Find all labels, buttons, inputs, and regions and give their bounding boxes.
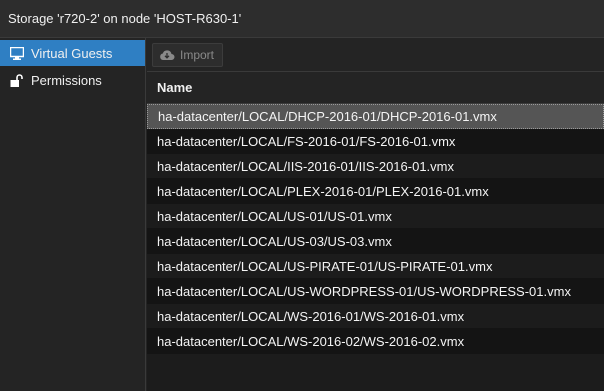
window-title: Storage 'r720-2' on node 'HOST-R630-1' [0,0,604,38]
import-label: Import [180,47,215,62]
table-row[interactable]: ha-datacenter/LOCAL/WS-2016-01/WS-2016-0… [147,304,604,329]
table-row[interactable]: ha-datacenter/LOCAL/US-03/US-03.vmx [147,229,604,254]
cloud-download-icon [159,48,175,62]
sidebar-item-label: Permissions [31,72,102,88]
sidebar: Virtual Guests Permissions [0,38,146,391]
column-header-name[interactable]: Name [147,72,604,104]
table-row[interactable]: ha-datacenter/LOCAL/US-01/US-01.vmx [147,204,604,229]
table-row[interactable]: ha-datacenter/LOCAL/DHCP-2016-01/DHCP-20… [147,104,604,129]
sidebar-item-label: Virtual Guests [31,45,113,61]
table-row[interactable]: ha-datacenter/LOCAL/WS-2016-02/WS-2016-0… [147,329,604,354]
sidebar-item-virtual-guests[interactable]: Virtual Guests [0,40,145,66]
toolbar: Import [147,38,604,72]
guest-list: ha-datacenter/LOCAL/DHCP-2016-01/DHCP-20… [147,104,604,354]
table-row[interactable]: ha-datacenter/LOCAL/FS-2016-01/FS-2016-0… [147,129,604,154]
unlock-icon [9,72,25,88]
monitor-icon [9,45,25,61]
sidebar-item-permissions[interactable]: Permissions [0,66,145,94]
table-row[interactable]: ha-datacenter/LOCAL/PLEX-2016-01/PLEX-20… [147,179,604,204]
table-row[interactable]: ha-datacenter/LOCAL/US-PIRATE-01/US-PIRA… [147,254,604,279]
import-button[interactable]: Import [152,42,224,67]
table-row[interactable]: ha-datacenter/LOCAL/IIS-2016-01/IIS-2016… [147,154,604,179]
main-content: Import Name ha-datacenter/LOCAL/DHCP-201… [147,38,604,391]
table-row[interactable]: ha-datacenter/LOCAL/US-WORDPRESS-01/US-W… [147,279,604,304]
